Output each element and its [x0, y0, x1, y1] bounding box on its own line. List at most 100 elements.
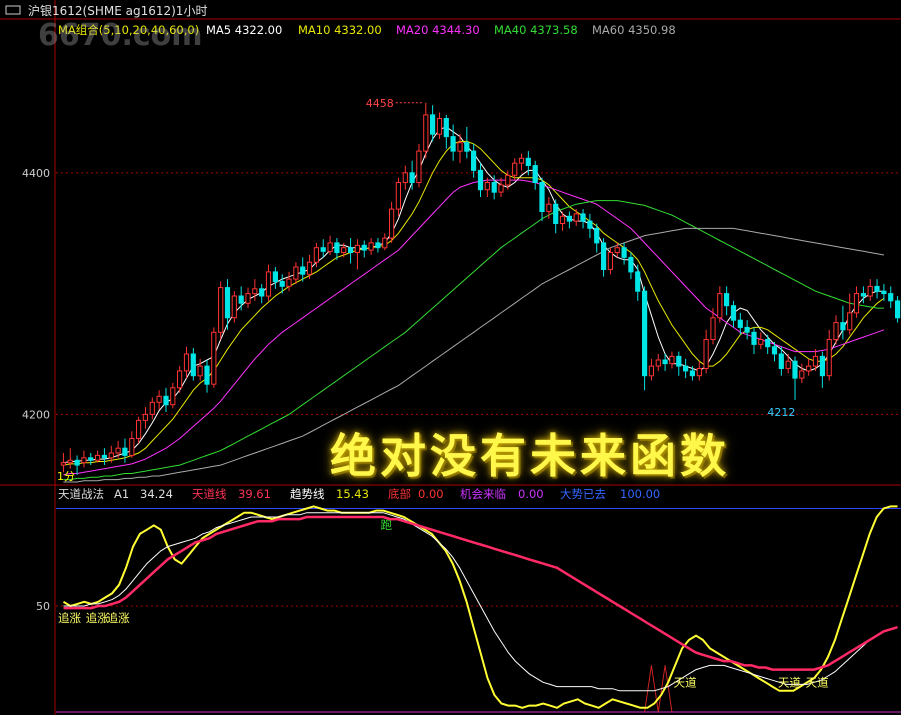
candle-down: [874, 285, 880, 292]
candle-up: [149, 401, 155, 415]
candle-up: [211, 331, 217, 385]
signal-label-3: 跑: [380, 518, 392, 532]
candle-down: [840, 322, 846, 331]
candle-up: [799, 370, 805, 379]
candle-up: [327, 242, 333, 252]
candle-up: [669, 355, 675, 365]
candle-down: [553, 203, 559, 224]
candle-up: [341, 247, 347, 253]
candle-down: [259, 288, 265, 297]
candle-up: [853, 293, 860, 314]
candle-down: [224, 287, 231, 319]
candle-down: [881, 290, 887, 295]
candle-up: [286, 278, 292, 287]
candle-down: [778, 353, 784, 369]
candle-up: [867, 285, 873, 297]
sub-legend-12: 100.00: [620, 487, 660, 501]
candle-down: [621, 247, 627, 258]
candle-up: [81, 457, 87, 464]
candle-down: [409, 172, 415, 184]
candle-down: [361, 244, 367, 251]
candle-down: [101, 454, 108, 459]
candle-up: [436, 118, 443, 135]
candle-up: [655, 359, 661, 367]
candle-down: [601, 242, 607, 270]
candle-down: [771, 346, 778, 355]
candle-down: [860, 293, 866, 297]
candle-down: [88, 457, 94, 461]
candle-up: [498, 184, 504, 193]
candle-up: [95, 454, 101, 461]
candle-down: [676, 355, 682, 367]
candle-down: [737, 319, 743, 328]
sub-y-tick-50: 50: [36, 600, 50, 613]
candle-up: [395, 182, 401, 210]
y-tick-4200: 4200: [22, 408, 50, 421]
candle-up: [389, 208, 395, 239]
candle-down: [74, 459, 80, 466]
candle-down: [320, 247, 326, 252]
candle-down: [594, 227, 600, 244]
candle-up: [573, 213, 579, 222]
ma-legend-1: MA5 4322.00: [206, 23, 282, 37]
candle-up: [614, 247, 620, 253]
sub-legend-2: 34.24: [140, 487, 173, 501]
candle-up: [416, 150, 422, 184]
candle-down: [730, 305, 737, 321]
signal-label-0: 追涨: [58, 611, 81, 625]
candle-up: [231, 295, 237, 319]
candle-up: [156, 395, 162, 403]
candle-down: [635, 271, 641, 292]
candle-down: [204, 365, 210, 385]
signal-label-6: 天道: [806, 675, 829, 689]
candle-up: [108, 452, 114, 459]
candle-down: [566, 215, 572, 222]
sub-legend-11: 大势已去: [560, 487, 606, 501]
candle-down: [525, 157, 531, 167]
candle-up: [703, 339, 709, 369]
indicator-line-A1: [63, 512, 898, 692]
signal-label-4: 天道: [674, 675, 697, 689]
ma-legend-3: MA20 4344.30: [396, 23, 480, 37]
candle-down: [724, 293, 730, 307]
candle-down: [539, 182, 545, 212]
candle-down: [348, 247, 354, 253]
candle-up: [833, 322, 839, 341]
candle-down: [375, 242, 381, 249]
candle-down: [430, 114, 436, 135]
candle-down: [792, 360, 798, 379]
signal-label-2: 追涨: [107, 611, 130, 625]
candle-up: [245, 293, 251, 304]
candle-up: [518, 157, 525, 164]
candle-up: [197, 365, 203, 377]
candle-up: [354, 244, 360, 254]
candle-down: [662, 359, 668, 365]
candle-down: [443, 118, 449, 138]
sub-legend-5: 趋势线: [290, 487, 325, 501]
candle-down: [587, 220, 593, 229]
sub-legend-7: 底部: [388, 487, 411, 501]
candle-up: [60, 462, 66, 466]
candle-up: [115, 447, 121, 454]
ma-legend-4: MA40 4373.58: [494, 23, 578, 37]
candle-up: [293, 266, 299, 280]
candle-down: [765, 339, 771, 348]
chart-canvas: 沪银1612(SHME ag1612)1小时MA组合(5,10,20,40,60…: [0, 0, 901, 715]
candle-up: [505, 174, 511, 186]
candle-down: [477, 169, 484, 191]
candle-down: [532, 165, 538, 184]
candle-down: [450, 136, 456, 152]
candle-up: [512, 162, 518, 176]
candle-down: [464, 142, 470, 152]
candle-down: [163, 395, 169, 406]
candle-down: [689, 370, 695, 377]
candle-down: [628, 256, 634, 273]
watermark: 6670.com: [38, 18, 203, 53]
candle-down: [471, 150, 477, 171]
candle-down: [190, 353, 196, 377]
candle-down: [895, 300, 901, 319]
candle-down: [272, 271, 278, 283]
candle-down: [491, 182, 497, 193]
candle-up: [67, 459, 73, 464]
candle-up: [559, 215, 566, 225]
